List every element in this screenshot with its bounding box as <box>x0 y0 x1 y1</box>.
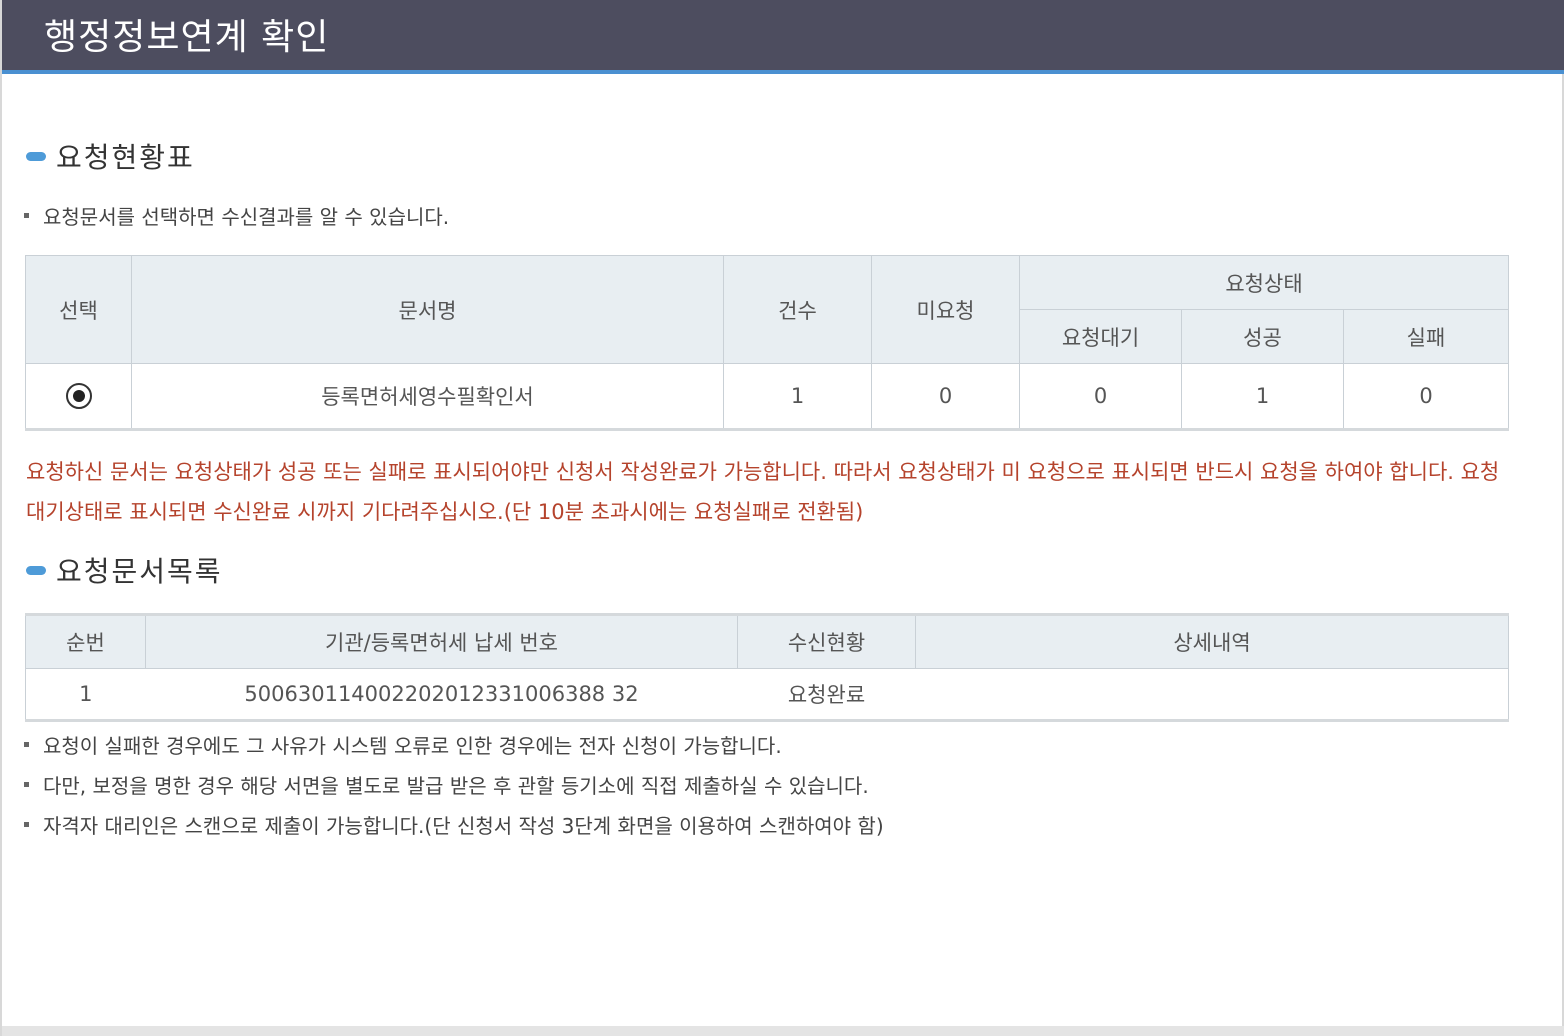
section-title: 요청문서목록 <box>56 555 223 588</box>
header-org-number: 기관/등록면허세 납세 번호 <box>145 614 738 669</box>
header-count: 건수 <box>723 255 872 364</box>
window-title: 행정정보연계 확인 <box>44 17 330 58</box>
detail-cell <box>915 668 1509 721</box>
header-seq: 순번 <box>25 614 146 669</box>
title-bar: 행정정보연계 확인 <box>2 0 1564 74</box>
select-cell <box>25 363 132 430</box>
org-number-cell: 500630114002202012331006388 32 <box>145 668 738 721</box>
select-radio[interactable] <box>65 383 92 409</box>
fail-cell: 0 <box>1343 363 1509 430</box>
request-status-table: 선택 문서명 건수 미요청 요청상태 요청대기 성공 실패 등록면허세영수필확인… <box>25 255 1509 431</box>
header-unrequested: 미요청 <box>871 255 1020 364</box>
square-bullet-icon <box>24 822 29 827</box>
count-cell: 1 <box>723 363 872 430</box>
warning-notice: 요청하신 문서는 요청상태가 성공 또는 실패로 표시되어야만 신청서 작성완료… <box>26 460 1500 524</box>
table-row[interactable]: 등록면허세영수필확인서 1 0 0 1 0 <box>25 363 1509 430</box>
waiting-cell: 0 <box>1019 363 1182 430</box>
section-bullet-icon <box>26 565 46 575</box>
header-waiting: 요청대기 <box>1019 309 1182 364</box>
dialog-window: 행정정보연계 확인 요청현황표 요청문서를 선택하면 수신결과를 알 수 있습니… <box>0 0 1564 1036</box>
header-fail: 실패 <box>1343 309 1509 364</box>
request-docs-table: 순번 기관/등록면허세 납세 번호 수신현황 상세내역 1 5006301140… <box>25 613 1509 722</box>
seq-cell: 1 <box>25 668 146 721</box>
note-item: 요청이 실패한 경우에도 그 사유가 시스템 오류로 인한 경우에는 전자 신청… <box>24 730 782 759</box>
note-item: 자격자 대리인은 스캔으로 제출이 가능합니다.(단 신청서 작성 3단계 화면… <box>24 810 884 839</box>
header-select: 선택 <box>25 255 132 364</box>
square-bullet-icon <box>24 213 29 218</box>
section-request-docs-heading: 요청문서목록 <box>26 550 223 590</box>
header-receipt-status: 수신현황 <box>737 614 916 669</box>
doc-name-cell: 등록면허세영수필확인서 <box>131 363 724 430</box>
section-title: 요청현황표 <box>56 141 195 174</box>
header-success: 성공 <box>1181 309 1344 364</box>
hint-text: 요청문서를 선택하면 수신결과를 알 수 있습니다. <box>24 201 449 230</box>
receipt-status-cell: 요청완료 <box>737 668 916 721</box>
header-detail: 상세내역 <box>915 614 1509 669</box>
radio-checked-icon <box>72 390 85 402</box>
note-item: 다만, 보정을 명한 경우 해당 서면을 별도로 발급 받은 후 관할 등기소에… <box>24 770 869 799</box>
header-doc-name: 문서명 <box>131 255 724 364</box>
square-bullet-icon <box>24 782 29 787</box>
table-row[interactable]: 1 500630114002202012331006388 32 요청완료 <box>25 668 1509 721</box>
unrequested-cell: 0 <box>871 363 1020 430</box>
section-bullet-icon <box>26 151 46 161</box>
section-request-status-heading: 요청현황표 <box>26 136 195 176</box>
header-status-group: 요청상태 <box>1019 255 1509 310</box>
success-cell: 1 <box>1181 363 1344 430</box>
square-bullet-icon <box>24 742 29 747</box>
bottom-border <box>2 1026 1564 1036</box>
